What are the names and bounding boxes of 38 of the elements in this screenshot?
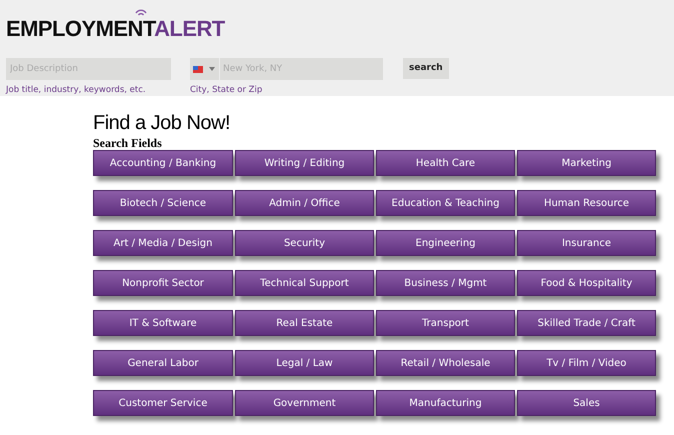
- job-field-button[interactable]: Real Estate: [235, 310, 374, 336]
- job-field-button[interactable]: Writing / Editing: [235, 150, 374, 176]
- job-field-button[interactable]: Marketing: [517, 150, 656, 176]
- job-field-button[interactable]: Food & Hospitality: [517, 270, 656, 296]
- signal-icon: [134, 8, 148, 17]
- job-field-button[interactable]: Biotech / Science: [93, 190, 233, 216]
- job-field-button[interactable]: General Labor: [93, 350, 233, 376]
- job-field-button[interactable]: Business / Mgmt: [376, 270, 515, 296]
- job-field-button[interactable]: Legal / Law: [235, 350, 374, 376]
- job-field-button[interactable]: Health Care: [376, 150, 515, 176]
- job-field-button[interactable]: Transport: [376, 310, 515, 336]
- job-field-button[interactable]: Education & Teaching: [376, 190, 515, 216]
- job-field-button[interactable]: Art / Media / Design: [93, 230, 233, 256]
- job-field-button[interactable]: Sales: [517, 390, 656, 416]
- search-button[interactable]: search: [403, 58, 449, 79]
- job-field-button[interactable]: Tv / Film / Video: [517, 350, 656, 376]
- job-field-button[interactable]: Engineering: [376, 230, 515, 256]
- job-field-button[interactable]: Manufacturing: [376, 390, 515, 416]
- section-heading: Search Fields: [93, 136, 163, 150]
- flag-icon: [193, 66, 203, 72]
- job-field-button[interactable]: Skilled Trade / Craft: [517, 310, 656, 336]
- job-field-button[interactable]: Government: [235, 390, 374, 416]
- job-field-button[interactable]: Technical Support: [235, 270, 374, 296]
- caret-icon: [209, 67, 215, 71]
- job-field-button[interactable]: Human Resource: [517, 190, 656, 216]
- job-field-button[interactable]: Insurance: [517, 230, 656, 256]
- job-field-button[interactable]: Customer Service: [93, 390, 233, 416]
- country-dropdown[interactable]: [190, 58, 219, 80]
- job-field-button[interactable]: Accounting / Banking: [93, 150, 233, 176]
- location-hint: City, State or Zip: [190, 84, 264, 97]
- job-hint: Job title, industry, keywords, etc.: [6, 84, 147, 97]
- job-field-button[interactable]: Retail / Wholesale: [376, 350, 515, 376]
- job-field-button[interactable]: Nonprofit Sector: [93, 270, 233, 296]
- job-field-button[interactable]: Security: [235, 230, 374, 256]
- job-field-button[interactable]: IT & Software: [93, 310, 233, 336]
- logo[interactable]: EMPLOYMENTALERT: [6, 16, 225, 41]
- page-heading: Find a Job Now!: [93, 111, 232, 136]
- job-field-button[interactable]: Admin / Office: [235, 190, 374, 216]
